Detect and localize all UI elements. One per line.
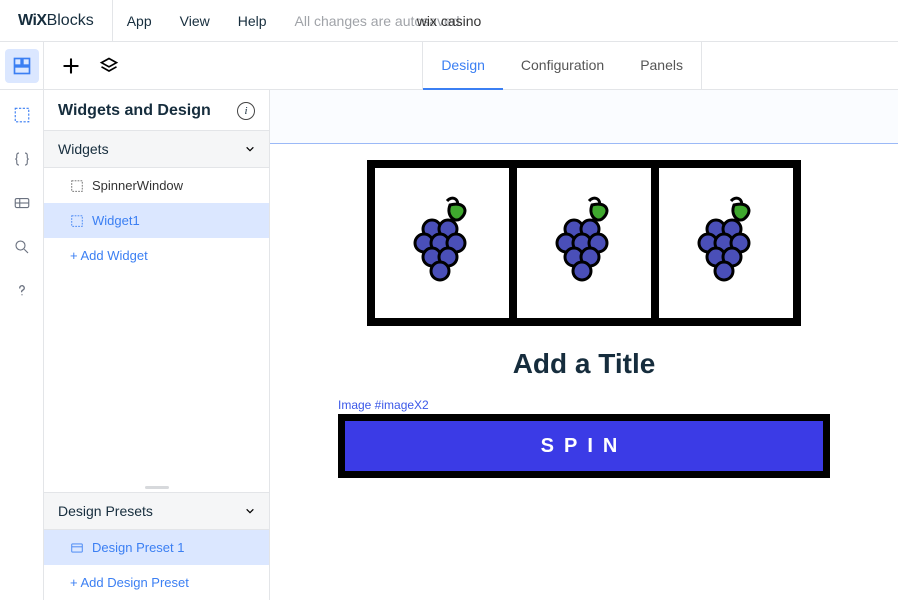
slot-cell-1	[375, 168, 517, 318]
presets-list: Design Preset 1 + Add Design Preset	[44, 530, 269, 600]
database-icon	[13, 194, 31, 212]
toolbar-icons	[46, 42, 126, 90]
logo-bold: WiX	[18, 12, 47, 30]
panel-toggle-button[interactable]	[5, 49, 39, 83]
canvas[interactable]: Add a Title Image #imageX2 SPIN	[270, 90, 898, 600]
stage: Add a Title Image #imageX2 SPIN	[270, 144, 898, 478]
rail-code[interactable]	[11, 148, 33, 170]
question-icon	[13, 282, 31, 300]
braces-icon	[13, 150, 31, 168]
widget-item-label: SpinnerWindow	[92, 178, 183, 193]
chevron-down-icon	[245, 506, 255, 516]
widget-item-widget1[interactable]: Widget1	[44, 203, 269, 238]
panel-icon	[12, 56, 32, 76]
left-rail	[0, 90, 44, 600]
widgets-list: SpinnerWindow Widget1 + Add Widget	[44, 168, 269, 273]
grape-icon	[544, 193, 624, 293]
widget-outline-icon	[70, 214, 84, 228]
project-name: wix casino	[417, 0, 482, 42]
widget-item-label: Widget1	[92, 213, 140, 228]
logo-light: Blocks	[47, 12, 94, 30]
rail-widgets[interactable]	[11, 104, 33, 126]
layers-icon	[99, 56, 119, 76]
rail-database[interactable]	[11, 192, 33, 214]
menu-view[interactable]: View	[166, 13, 224, 29]
design-presets-section: Design Presets Design Preset 1 + Add Des…	[44, 492, 269, 600]
widget-title[interactable]: Add a Title	[513, 348, 656, 380]
preset-icon	[70, 541, 84, 555]
preset-item-label: Design Preset 1	[92, 540, 185, 555]
panel-resize-handle[interactable]	[44, 482, 269, 492]
add-widget-link[interactable]: + Add Widget	[44, 238, 269, 273]
menu-help[interactable]: Help	[224, 13, 281, 29]
grape-icon	[686, 193, 766, 293]
slot-frame[interactable]	[367, 160, 801, 326]
top-menubar: WiXBlocks App View Help All changes are …	[0, 0, 898, 42]
slot-cell-3	[659, 168, 793, 318]
chevron-down-icon	[245, 144, 255, 154]
presets-section-label: Design Presets	[58, 503, 153, 519]
panel-header: Widgets and Design i	[44, 90, 269, 131]
view-tabs: Design Configuration Panels	[422, 42, 702, 90]
add-button[interactable]	[54, 49, 88, 83]
rail-search[interactable]	[11, 236, 33, 258]
spin-button[interactable]: SPIN	[345, 421, 823, 471]
rail-help[interactable]	[11, 280, 33, 302]
widget-item-spinnerwindow[interactable]: SpinnerWindow	[44, 168, 269, 203]
side-panel: Widgets and Design i Widgets SpinnerWind…	[44, 90, 270, 600]
main: Widgets and Design i Widgets SpinnerWind…	[0, 90, 898, 600]
panel-title: Widgets and Design	[58, 102, 211, 120]
slot-cell-2	[517, 168, 659, 318]
info-button[interactable]: i	[237, 102, 255, 120]
presets-section-header[interactable]: Design Presets	[44, 493, 269, 530]
logo: WiXBlocks	[0, 0, 113, 42]
add-preset-link[interactable]: + Add Design Preset	[44, 565, 269, 600]
menu-app[interactable]: App	[113, 13, 166, 29]
toolbar-left	[0, 42, 44, 90]
toolbar: Design Configuration Panels	[0, 42, 898, 90]
layers-button[interactable]	[92, 49, 126, 83]
tab-panels[interactable]: Panels	[622, 42, 701, 90]
search-icon	[13, 238, 31, 256]
spin-button-wrap: SPIN	[338, 414, 830, 478]
widgets-section-header[interactable]: Widgets	[44, 131, 269, 168]
plus-icon	[61, 56, 81, 76]
tab-configuration[interactable]: Configuration	[503, 42, 622, 90]
widget-icon	[13, 106, 31, 124]
canvas-header-strip	[270, 90, 898, 144]
grape-icon	[402, 193, 482, 293]
selection-label: Image #imageX2	[338, 398, 429, 412]
tab-design[interactable]: Design	[423, 42, 503, 90]
widgets-section-label: Widgets	[58, 141, 109, 157]
widget-outline-icon	[70, 179, 84, 193]
preset-item-1[interactable]: Design Preset 1	[44, 530, 269, 565]
